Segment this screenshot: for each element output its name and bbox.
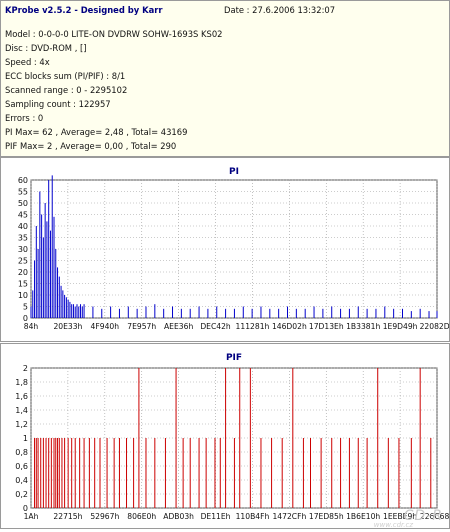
pif-y-tick-label: 2 [23,364,28,373]
pif-chart-panel: PIF 0 0,2 0,4 0,6 0,8 1 1,2 1,4 1,6 1,8 2 1Ah 22715h 5… [0,343,450,529]
pif-y-tick-label: 1,8 [15,378,28,387]
info-line-errors: Errors : 0 [5,113,44,123]
info-line-disc: Disc : DVD-ROM , [] [5,43,87,53]
pi-y-tick-label: 40 [18,222,28,231]
pi-y-tick-label: 45 [18,211,28,220]
pif-y-tick-label: 1,4 [15,406,28,415]
pi-x-tick-label: AEE36h [164,322,193,331]
pif-y-tick-label: 0,6 [15,462,28,471]
pi-y-tick-label: 10 [18,291,28,300]
pi-x-tick-label: 7E957h [127,322,156,331]
info-panel: KProbe v2.5.2 - Designed by Karr Date : … [0,0,450,157]
info-line-ecc: ECC blocks sum (PI/PIF) : 8/1 [5,71,126,81]
pif-x-tick-label: 1Ah [24,512,39,521]
pi-x-tick-label: 1B3381h [346,322,380,331]
pi-y-tick-label: 35 [18,234,28,243]
pi-x-tick-label: 4F940h [91,322,120,331]
pi-x-tick-label: 111281h [236,322,270,331]
pi-x-tick-label: 1E9D49h [383,322,418,331]
pi-y-tick-label: 55 [18,188,28,197]
app-title: KProbe v2.5.2 - Designed by Karr [5,5,163,15]
watermark-url: www.cdr.cz [373,521,413,529]
info-line-pif: PIF Max= 2 , Average= 0,00 , Total= 290 [5,141,177,151]
pi-x-tick-label: 20E33h [53,322,82,331]
pif-x-tick-label: 17ED85h [309,512,344,521]
pif-y-tick-label: 0,4 [15,476,28,485]
pif-x-tick-label: 22715h [53,512,82,521]
pif-x-tick-label: 1B6E10h [346,512,380,521]
pif-y-tick-label: 1,6 [15,392,28,401]
pi-chart-panel: PI 0 5 10 15 20 25 30 35 40 45 50 55 60 84h 20E33h 4F940… [0,157,450,342]
pi-y-tick-label: 50 [18,199,28,208]
pif-x-tick-label: 52967h [90,512,119,521]
info-line-sampling: Sampling count : 122957 [5,99,111,109]
pi-chart-title: PI [229,167,239,177]
pi-y-tick-label: 20 [18,268,28,277]
pi-x-tick-label: DEC42h [200,322,231,331]
info-line-range: Scanned range : 0 - 2295102 [5,85,128,95]
pif-chart: PIF00,20,40,60,811,21,41,61,821Ah 22715h 5… [15,353,450,521]
pif-x-tick-label: 806E0h [127,512,156,521]
pi-y-tick-label: 30 [18,245,28,254]
info-line-speed: Speed : 4x [5,57,50,67]
pif-x-tick-label: 1472CFh [272,512,306,521]
pi-y-tick-label: 25 [18,257,28,266]
pif-x-tick-label: DE11Eh [201,512,231,521]
scan-date: Date : 27.6.2006 13:32:07 [224,5,336,15]
pif-y-tick-label: 0,8 [15,448,28,457]
pi-y-tick-label: 5 [23,303,28,312]
info-line-model: Model : 0-0-0-0 LITE-ON DVDRW SOHW-1693S… [5,29,223,39]
pif-y-tick-label: 1,2 [15,420,28,429]
pi-y-tick-label: 60 [18,176,28,185]
pif-chart-title: PIF [226,353,242,363]
pi-y-tick-label: 15 [18,280,28,289]
pif-x-tick-label: 110B4Fh [236,512,270,521]
pif-y-tick-label: 0,2 [15,490,28,499]
pi-x-tick-label: 17D13Eh [309,322,344,331]
pif-y-tick-label: 1 [23,434,28,443]
pi-chart: PI05101520253035404550556084h 20E33h 4F940… [18,167,450,331]
pi-x-tick-label: 84h [24,322,39,331]
pif-x-tick-label: ADB03h [163,512,194,521]
pi-x-tick-label: 146D02h [272,322,307,331]
pi-x-tick-label: 22082Dh [420,322,449,331]
info-line-pi: PI Max= 62 , Average= 2,48 , Total= 4316… [5,127,188,137]
